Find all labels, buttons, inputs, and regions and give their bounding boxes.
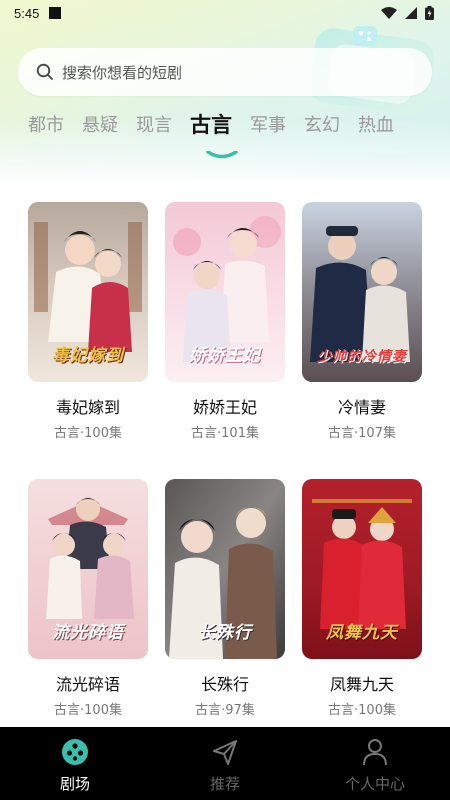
poster-title: 凤舞九天 [326, 623, 398, 643]
tab-dushi[interactable]: 都市 [28, 111, 64, 137]
nav-label: 推荐 [209, 775, 240, 793]
category-tabs: 都市 悬疑 现言 古言 军事 玄幻 热血 [0, 104, 450, 144]
tab-junshi[interactable]: 军事 [250, 111, 286, 137]
drama-meta: 古言·100集 [328, 703, 396, 718]
status-bar: 5:45 [0, 0, 450, 26]
tab-xianyan[interactable]: 现言 [136, 111, 172, 137]
drama-title[interactable]: 长殊行 [165, 671, 285, 695]
drama-meta: 古言·100集 [54, 426, 122, 441]
drama-grid: 毒妃嫁到 毒妃嫁到 古言·100集 娇娇王妃 娇娇王妃 古言·101集 少帅的冷… [28, 202, 423, 718]
drama-title[interactable]: 流光碎语 [28, 671, 148, 695]
tab-xuanyi[interactable]: 悬疑 [82, 111, 118, 137]
tab-guyan[interactable]: 古言 [190, 109, 232, 139]
nav-item-profile[interactable]: 个人中心 [300, 737, 450, 794]
poster-title: 毒妃嫁到 [52, 346, 124, 366]
film-reel-icon [62, 739, 88, 765]
game-dice-icon[interactable] [352, 24, 378, 48]
status-time: 5:45 [14, 5, 40, 21]
notification-icon [49, 7, 62, 19]
drama-meta: 古言·97集 [195, 703, 255, 718]
signal-icon [405, 7, 417, 19]
drama-card[interactable]: 娇娇王妃 娇娇王妃 古言·101集 [165, 202, 285, 441]
poster-title: 长殊行 [198, 623, 252, 643]
nav-item-theater[interactable]: 剧场 [0, 737, 150, 794]
drama-poster[interactable]: 娇娇王妃 [165, 202, 285, 382]
drama-meta: 古言·107集 [328, 426, 396, 441]
person-icon [363, 739, 387, 766]
send-arrow-icon [213, 740, 237, 765]
drama-card[interactable]: 流光碎语 流光碎语 古言·100集 [28, 479, 148, 718]
poster-title: 少帅的冷情妻 [317, 349, 407, 365]
tab-xuanhuan[interactable]: 玄幻 [304, 111, 340, 137]
drama-poster[interactable]: 毒妃嫁到 [28, 202, 148, 382]
drama-card[interactable]: 长殊行 长殊行 古言·97集 [165, 479, 285, 718]
drama-poster[interactable]: 流光碎语 [28, 479, 148, 659]
drama-card[interactable]: 少帅的冷情妻 冷情妻 古言·107集 [302, 202, 422, 441]
tab-rexue[interactable]: 热血 [358, 111, 394, 137]
active-tab-indicator [206, 151, 238, 159]
nav-label: 剧场 [59, 775, 90, 793]
drama-poster[interactable]: 长殊行 [165, 479, 285, 659]
poster-title: 流光碎语 [52, 623, 124, 643]
search-bar[interactable]: 搜索你想看的短剧 [18, 48, 432, 96]
drama-title[interactable]: 凤舞九天 [302, 671, 422, 695]
search-placeholder: 搜索你想看的短剧 [62, 63, 183, 82]
wifi-icon [381, 7, 397, 19]
drama-card[interactable]: 凤舞九天 凤舞九天 古言·100集 [302, 479, 422, 718]
drama-meta: 古言·101集 [191, 426, 259, 441]
drama-title[interactable]: 娇娇王妃 [165, 394, 285, 418]
drama-title[interactable]: 毒妃嫁到 [28, 394, 148, 418]
nav-label: 个人中心 [344, 775, 405, 793]
poster-title: 娇娇王妃 [189, 346, 261, 366]
drama-card[interactable]: 毒妃嫁到 毒妃嫁到 古言·100集 [28, 202, 148, 441]
drama-title[interactable]: 冷情妻 [302, 394, 422, 418]
search-icon [36, 63, 53, 80]
drama-meta: 古言·100集 [54, 703, 122, 718]
battery-icon [425, 6, 434, 20]
bottom-nav: 剧场 推荐 个人中心 [0, 727, 450, 800]
drama-poster[interactable]: 凤舞九天 [302, 479, 422, 659]
nav-item-recommend[interactable]: 推荐 [150, 737, 300, 794]
drama-poster[interactable]: 少帅的冷情妻 [302, 202, 422, 382]
